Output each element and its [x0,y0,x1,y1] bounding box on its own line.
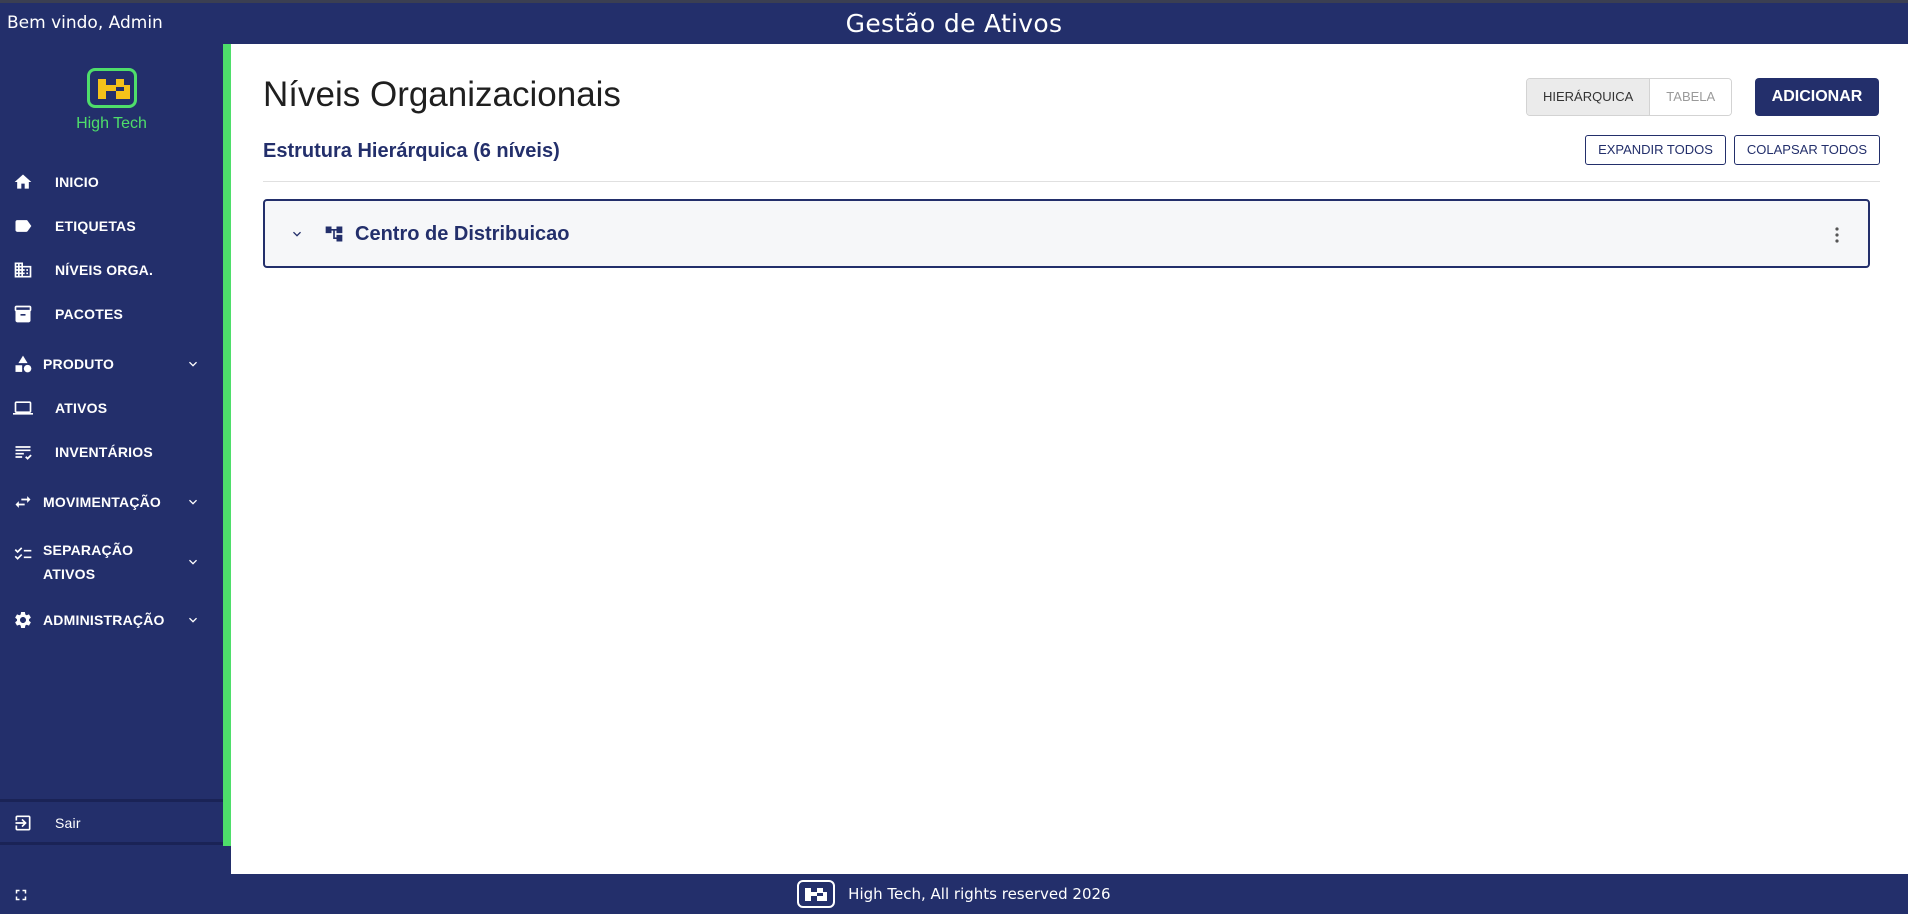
logout-button[interactable]: Sair [0,803,223,843]
view-option-tabela[interactable]: TABELA [1650,79,1732,115]
app-title: Gestão de Ativos [845,9,1063,38]
sidebar-item-movimentacao[interactable]: MOVIMENTAÇÃO [0,482,223,522]
sidebar-item-label: ETIQUETAS [55,218,136,234]
sidebar-item-label: INVENTÁRIOS [55,444,153,460]
building-icon [14,262,32,278]
tree-node[interactable]: Centro de Distribuicao [263,199,1870,268]
add-button[interactable]: ADICIONAR [1755,78,1879,116]
tree-node-label: Centro de Distribuicao [355,223,570,245]
sidebar-accent-bar [223,44,231,846]
sidebar-item-separacao-ativos[interactable]: SEPARAÇÃO ATIVOS [0,540,223,590]
laptop-icon [13,401,33,415]
view-option-hierarquica[interactable]: HIERÁRQUICA [1527,79,1651,115]
main-content: Níveis Organizacionais Estrutura Hierárq… [231,44,1908,874]
sidebar-item-etiquetas[interactable]: ETIQUETAS [0,206,223,246]
expand-all-button[interactable]: EXPANDIR TODOS [1585,135,1726,165]
sidebar-item-administracao[interactable]: ADMINISTRAÇÃO [0,600,223,640]
sidebar-item-inventarios[interactable]: INVENTÁRIOS [0,432,223,472]
top-bar: Bem vindo, Admin Gestão de Ativos [0,0,1908,44]
sidebar-item-label: MOVIMENTAÇÃO [43,494,162,510]
sidebar-item-label: INICIO [55,174,99,190]
logo-name: High Tech [76,115,147,132]
sidebar-item-label: ATIVOS [55,400,108,416]
sidebar-item-produto[interactable]: PRODUTO [0,344,223,384]
collapse-all-button[interactable]: COLAPSAR TODOS [1734,135,1880,165]
chevron-down-icon [189,559,197,565]
sidebar-item-label: ADMINISTRAÇÃO [43,612,165,628]
sidebar-bottom-strip [223,846,231,874]
hierarchy-icon [325,226,343,242]
sidebar: High Tech INICIO ETIQUETAS NÍVEIS ORGA. … [0,44,223,874]
sidebar-item-label: NÍVEIS ORGA. [55,262,154,278]
home-icon [14,174,32,189]
chevron-down-icon [189,361,197,367]
sidebar-item-label-line1: SEPARAÇÃO [43,542,134,558]
more-vert-icon[interactable] [1834,225,1840,245]
label-icon [15,220,32,232]
checklist-icon [15,446,32,460]
gear-icon [15,612,31,628]
swap-icon [15,496,31,508]
category-icon [15,355,32,373]
sidebar-item-ativos[interactable]: ATIVOS [0,388,223,428]
footer: High Tech, All rights reserved 2026 [0,874,1908,914]
sidebar-item-label: PRODUTO [43,356,115,372]
structure-subtitle: Estrutura Hierárquica (6 níveis) [263,140,560,162]
sidebar-item-label: PACOTES [55,306,124,322]
page-title: Níveis Organizacionais [263,75,621,114]
chevron-down-icon [189,617,197,623]
sidebar-item-label-line2: ATIVOS [43,566,96,582]
sidebar-item-pacotes[interactable]: PACOTES [0,294,223,334]
chevron-down-icon[interactable] [289,226,305,242]
sidebar-item-niveis-orga[interactable]: NÍVEIS ORGA. [0,250,223,290]
view-toggle: HIERÁRQUICA TABELA [1526,78,1733,116]
list-check-icon [14,547,32,560]
logout-icon [15,815,31,831]
divider [263,181,1880,182]
sidebar-logo[interactable]: High Tech [0,68,223,133]
sidebar-item-inicio[interactable]: INICIO [0,162,223,202]
sidebar-divider [0,799,223,802]
sidebar-divider [0,842,223,845]
archive-icon [14,305,32,323]
footer-copyright: High Tech, All rights reserved 2026 [0,880,1908,908]
logout-label: Sair [55,815,81,831]
high-tech-logo-icon [797,880,836,908]
chevron-down-icon [189,499,197,505]
footer-text: High Tech, All rights reserved 2026 [848,885,1111,903]
high-tech-logo-icon [86,68,137,108]
